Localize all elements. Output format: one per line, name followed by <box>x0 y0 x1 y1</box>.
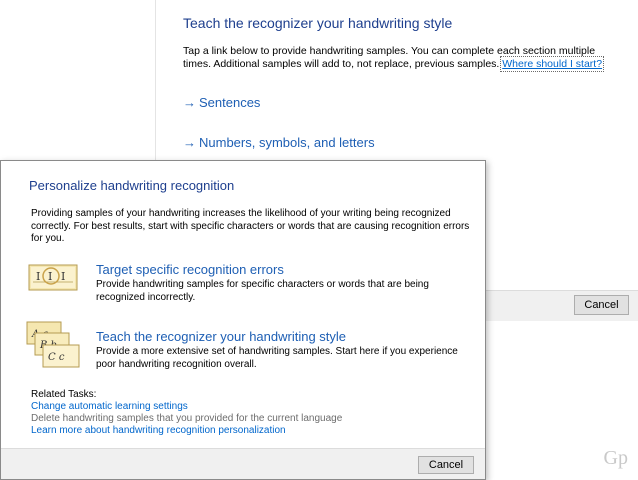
dialog-title: Personalize handwriting recognition <box>29 178 235 193</box>
dialog-cancel-button[interactable]: Cancel <box>418 456 474 474</box>
related-tasks: Related Tasks: Change automatic learning… <box>31 389 342 437</box>
window-heading: Teach the recognizer your handwriting st… <box>183 15 453 31</box>
dialog-description: Providing samples of your handwriting in… <box>31 208 470 244</box>
svg-text:I: I <box>48 270 52 283</box>
target-errors-desc: Provide handwriting samples for specific… <box>96 279 429 303</box>
personalize-dialog: Personalize handwriting recognition Prov… <box>0 160 486 480</box>
learn-more-link[interactable]: Learn more about handwriting recognition… <box>31 425 342 437</box>
svg-text:I: I <box>61 270 65 283</box>
teach-style-link[interactable]: Teach the recognizer your handwriting st… <box>96 329 346 344</box>
sentences-link[interactable]: → Sentences <box>183 95 260 110</box>
recognition-errors-icon: I I I <box>28 262 78 297</box>
numbers-label: Numbers, symbols, and letters <box>199 135 375 150</box>
delete-samples-link: Delete handwriting samples that you prov… <box>31 413 343 424</box>
arrow-right-icon: → <box>183 95 196 110</box>
target-errors-link[interactable]: Target specific recognition errors <box>96 262 284 277</box>
svg-text:C c: C c <box>48 352 65 363</box>
teach-style-desc: Provide a more extensive set of handwrit… <box>96 346 458 370</box>
where-should-i-start-link[interactable]: Where should I start? <box>500 56 605 72</box>
back-cancel-button[interactable]: Cancel <box>574 295 629 315</box>
handwriting-style-icon: A a B b C c <box>25 320 83 375</box>
dialog-footer <box>1 448 485 479</box>
related-tasks-label: Related Tasks: <box>31 389 97 400</box>
intro-text: Tap a link below to provide handwriting … <box>183 45 605 72</box>
sentences-label: Sentences <box>199 95 261 110</box>
change-learning-settings-link[interactable]: Change automatic learning settings <box>31 401 342 413</box>
numbers-symbols-letters-link[interactable]: → Numbers, symbols, and letters <box>183 135 375 150</box>
left-pane <box>0 0 156 160</box>
svg-text:I: I <box>36 270 40 283</box>
watermark: Gp <box>603 447 628 469</box>
arrow-right-icon: → <box>183 135 196 150</box>
